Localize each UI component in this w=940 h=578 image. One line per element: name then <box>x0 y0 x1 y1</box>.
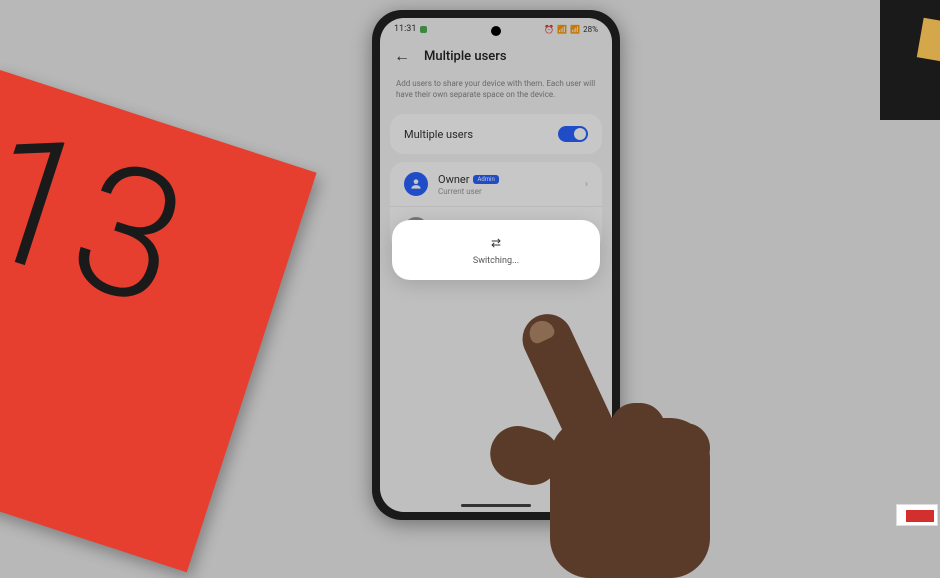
owner-avatar-icon <box>404 172 428 196</box>
background-object <box>880 0 940 120</box>
signal-icon: 📶 <box>570 25 580 34</box>
owner-info: Owner Admin Current user <box>438 173 575 196</box>
status-left: 11:31 <box>394 24 427 34</box>
user-row-owner[interactable]: Owner Admin Current user › <box>390 162 602 206</box>
settings-card: Multiple users <box>390 114 602 154</box>
knuckle <box>655 423 710 473</box>
wifi-icon: 📶 <box>557 25 567 34</box>
owner-subtitle: Current user <box>438 187 575 196</box>
status-right: ⏰ 📶 📶 28% <box>544 25 598 34</box>
multiple-users-row[interactable]: Multiple users <box>390 114 602 154</box>
background-object-inner <box>917 18 940 63</box>
product-box: 13 <box>0 68 317 573</box>
owner-name-line: Owner Admin <box>438 173 575 186</box>
page-description: Add users to share your device with them… <box>380 74 612 114</box>
page-header: ← Multiple users <box>380 36 612 74</box>
status-time: 11:31 <box>394 24 416 34</box>
multiple-users-toggle[interactable] <box>558 126 588 142</box>
box-number: 13 <box>0 115 199 322</box>
switching-modal: ⇄ Switching... <box>392 220 600 280</box>
hand <box>480 288 760 568</box>
watermark <box>896 504 938 526</box>
battery-text: 28% <box>583 25 598 34</box>
alarm-icon: ⏰ <box>544 25 554 34</box>
chevron-right-icon: › <box>585 179 588 190</box>
owner-name: Owner <box>438 173 469 186</box>
admin-badge: Admin <box>473 175 498 184</box>
swap-icon: ⇄ <box>491 236 501 250</box>
status-indicator <box>420 26 427 33</box>
camera-punch-hole <box>491 26 501 36</box>
back-arrow-icon[interactable]: ← <box>394 46 410 66</box>
multiple-users-label: Multiple users <box>404 128 473 141</box>
switching-text: Switching... <box>473 256 519 266</box>
page-title: Multiple users <box>424 49 507 64</box>
